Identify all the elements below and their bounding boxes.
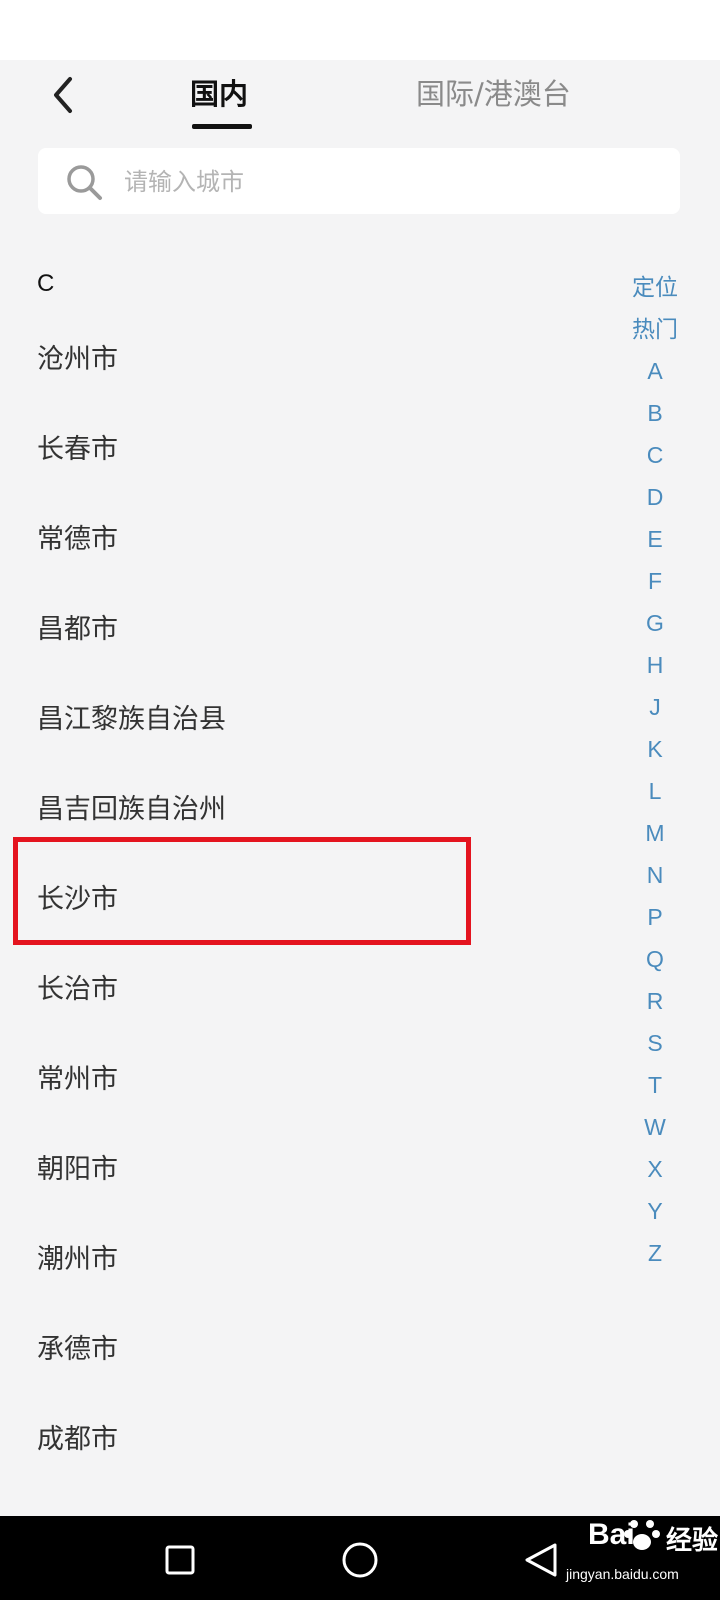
city-item[interactable]: 常州市 — [0, 1035, 600, 1125]
search-icon — [67, 165, 102, 200]
city-list: 沧州市 长春市 常德市 昌都市 昌江黎族自治县 昌吉回族自治州 长沙市 长治市 … — [0, 315, 600, 1485]
status-bar — [0, 0, 720, 60]
search-box[interactable] — [38, 148, 680, 214]
circle-icon — [342, 1542, 378, 1578]
index-letter[interactable]: M — [620, 812, 690, 854]
screen: 国内 国际/港澳台 C 沧州市 长春市 常德市 昌都市 昌江黎族自治县 昌吉回族… — [0, 0, 720, 1600]
index-letter[interactable]: B — [620, 392, 690, 434]
city-item[interactable]: 承德市 — [0, 1305, 600, 1395]
active-tab-indicator — [192, 124, 252, 129]
index-letter[interactable]: L — [620, 770, 690, 812]
city-item[interactable]: 昌都市 — [0, 585, 600, 675]
city-item[interactable]: 沧州市 — [0, 315, 600, 405]
index-letter[interactable]: C — [620, 434, 690, 476]
navigation-bar — [0, 1516, 720, 1600]
section-header: C — [37, 270, 55, 297]
triangle-back-icon — [525, 1543, 557, 1577]
index-letter[interactable]: H — [620, 644, 690, 686]
city-item-changsha[interactable]: 长沙市 — [0, 855, 600, 945]
city-picker: 国内 国际/港澳台 C 沧州市 长春市 常德市 昌都市 昌江黎族自治县 昌吉回族… — [0, 60, 720, 1516]
city-item[interactable]: 长治市 — [0, 945, 600, 1035]
index-letter[interactable]: Y — [620, 1190, 690, 1232]
city-item[interactable]: 朝阳市 — [0, 1125, 600, 1215]
index-letter[interactable]: A — [620, 350, 690, 392]
index-letter[interactable]: Q — [620, 938, 690, 980]
index-letter[interactable]: X — [620, 1148, 690, 1190]
city-item[interactable]: 潮州市 — [0, 1215, 600, 1305]
index-letter[interactable]: R — [620, 980, 690, 1022]
city-item[interactable]: 成都市 — [0, 1395, 600, 1485]
index-letter[interactable]: N — [620, 854, 690, 896]
alphabet-index: 定位 热门 A B C D E F G H J K L M N P Q R S … — [620, 266, 690, 1274]
index-letter[interactable]: W — [620, 1106, 690, 1148]
index-letter[interactable]: D — [620, 476, 690, 518]
index-letter[interactable]: G — [620, 602, 690, 644]
tab-international[interactable]: 国际/港澳台 — [416, 72, 571, 116]
index-letter[interactable]: F — [620, 560, 690, 602]
index-letter[interactable]: E — [620, 518, 690, 560]
city-item[interactable]: 长春市 — [0, 405, 600, 495]
index-letter[interactable]: Z — [620, 1232, 690, 1274]
home-button[interactable] — [338, 1538, 382, 1582]
index-letter[interactable]: K — [620, 728, 690, 770]
city-item[interactable]: 昌江黎族自治县 — [0, 675, 600, 765]
square-icon — [165, 1545, 195, 1575]
back-button[interactable] — [38, 70, 88, 120]
index-hot[interactable]: 热门 — [620, 308, 690, 350]
index-letter[interactable]: P — [620, 896, 690, 938]
chevron-left-icon — [54, 77, 72, 113]
search-input[interactable] — [122, 156, 666, 208]
recent-apps-button[interactable] — [158, 1538, 202, 1582]
city-item[interactable]: 昌吉回族自治州 — [0, 765, 600, 855]
city-item[interactable]: 常德市 — [0, 495, 600, 585]
index-letter[interactable]: S — [620, 1022, 690, 1064]
system-back-button[interactable] — [520, 1538, 564, 1582]
tab-domestic[interactable]: 国内 — [190, 72, 248, 116]
index-locate[interactable]: 定位 — [620, 266, 690, 308]
index-letter[interactable]: J — [620, 686, 690, 728]
index-letter[interactable]: T — [620, 1064, 690, 1106]
